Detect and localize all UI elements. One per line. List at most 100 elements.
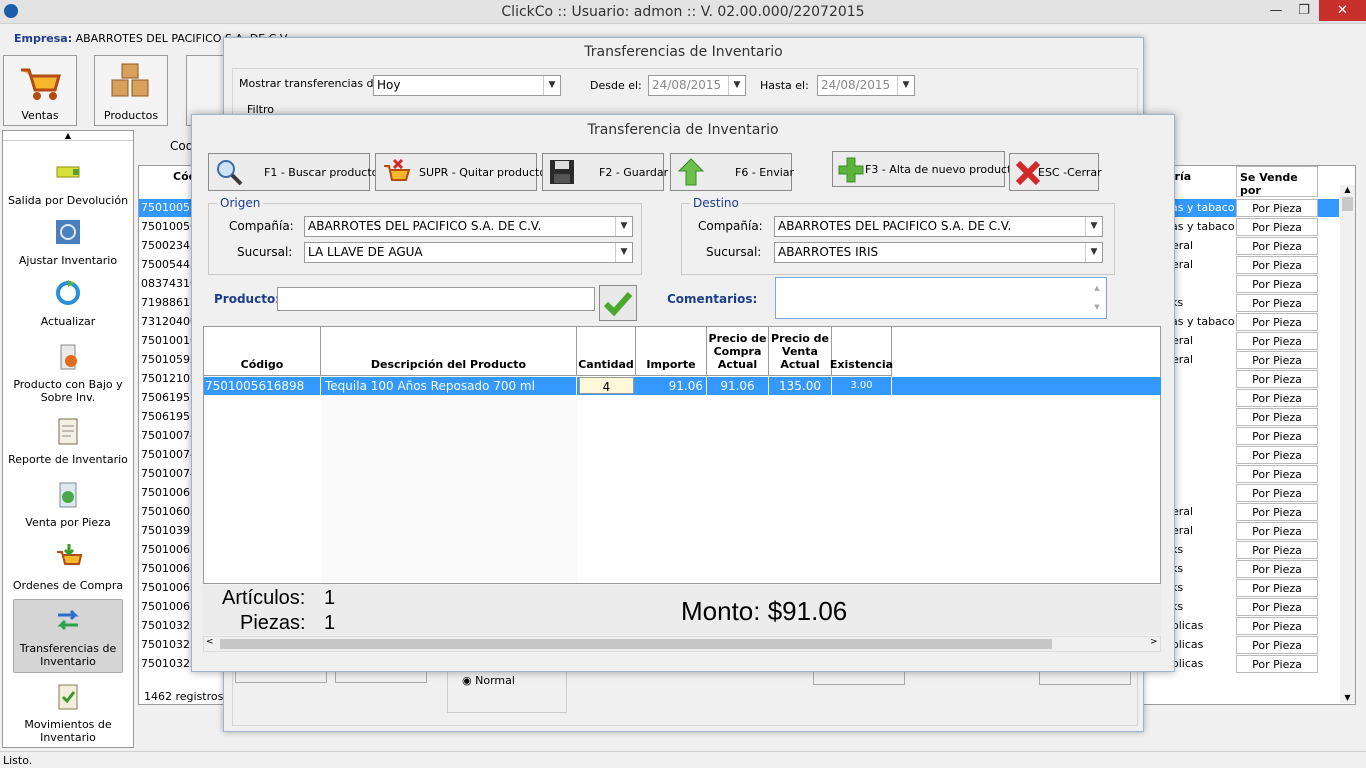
sidebar-item-movimientos[interactable]: Movimientos de Inventario bbox=[3, 681, 133, 744]
desde-label: Desde el: bbox=[590, 79, 642, 92]
bg-row-code[interactable]: 75002343 bbox=[141, 237, 193, 255]
bg-row-code[interactable]: 750100655 bbox=[141, 598, 193, 616]
bg-row-category: neral bbox=[1165, 239, 1194, 252]
destino-title: Destino bbox=[690, 196, 742, 210]
bg-row-code[interactable]: 750619515 bbox=[141, 408, 193, 426]
cantidad-input[interactable]: 4 bbox=[579, 377, 634, 394]
destino-sucursal-select[interactable]: ABARROTES IRIS ▼ bbox=[774, 242, 1103, 263]
bg-row-code[interactable]: 750106050 bbox=[141, 503, 193, 521]
mostrar-select[interactable]: Hoy ▼ bbox=[373, 75, 561, 96]
close-button[interactable]: ✕ bbox=[1319, 0, 1366, 21]
bg-row-code[interactable]: 750100670 bbox=[141, 484, 193, 502]
quitar-producto-button[interactable]: SUPR - Quitar producto bbox=[375, 153, 546, 191]
bg-row-se-vende: Por Pieza bbox=[1236, 294, 1318, 312]
bg-row-code[interactable]: 750103912 bbox=[141, 522, 193, 540]
piece-sale-icon bbox=[59, 482, 77, 508]
desde-date[interactable]: 24/08/2015 ▼ bbox=[648, 75, 746, 96]
sidebar-item-bajo-sobre[interactable]: Producto con Bajo y Sobre Inv. bbox=[3, 341, 133, 404]
refresh-icon bbox=[56, 280, 80, 305]
sidebar-item-actualizar[interactable]: Actualizar bbox=[3, 278, 133, 328]
buscar-producto-button[interactable]: F1 - Buscar producto bbox=[208, 153, 378, 191]
bg-row-se-vende: Por Pieza bbox=[1236, 598, 1318, 616]
bg-row-code[interactable]: 750100560 bbox=[141, 199, 193, 217]
bg-row-se-vende: Por Pieza bbox=[1236, 408, 1318, 426]
bg-row-code[interactable]: 750100561 bbox=[141, 218, 193, 236]
bg-row-category bbox=[1165, 370, 1235, 388]
bg-row-code[interactable]: 750103234 bbox=[141, 655, 193, 673]
bg-row-category: neral bbox=[1165, 258, 1194, 271]
transfer-window-title: Transferencia de Inventario bbox=[587, 122, 779, 138]
alta-producto-button[interactable]: F3 - Alta de nuevo producto bbox=[832, 151, 1018, 187]
grid-vertical-scrollbar[interactable]: ▲ ▼ bbox=[1340, 185, 1355, 703]
bg-row-category: cas y tabaco bbox=[1165, 315, 1235, 328]
comentarios-scrollbar[interactable]: ▲ ▼ bbox=[1089, 279, 1105, 317]
radio-normal-label: Normal bbox=[475, 674, 515, 687]
bg-row-code[interactable]: 750619512 bbox=[141, 389, 193, 407]
col-header-precio-venta: Precio de Venta Actual bbox=[769, 327, 832, 376]
bg-row-code[interactable]: 750100655 bbox=[141, 579, 193, 597]
sidebar-item-transferencias[interactable]: Transferencias de Inventario bbox=[3, 605, 133, 668]
radio-normal[interactable]: ◉ Normal bbox=[462, 674, 515, 687]
bg-row-se-vende: Por Pieza bbox=[1236, 275, 1318, 293]
title-bar: ClickCo :: Usuario: admon :: V. 02.00.00… bbox=[0, 0, 1366, 24]
origen-compania-select[interactable]: ABARROTES DEL PACIFICO S.A. DE C.V. ▼ bbox=[304, 216, 633, 237]
mostrar-label: Mostrar transferencias de: bbox=[239, 77, 385, 90]
sidebar-item-label: Salida por Devolución bbox=[7, 194, 129, 207]
cerrar-label: ESC -Cerrar bbox=[1038, 166, 1102, 179]
sidebar-item-reporte-inventario[interactable]: Reporte de Inventario bbox=[3, 416, 133, 466]
bg-row-code[interactable]: 08374310 bbox=[141, 275, 193, 293]
ventas-button[interactable]: Ventas bbox=[3, 55, 77, 126]
transfers-window-title: Transferencias de Inventario bbox=[584, 44, 783, 60]
destino-compania-select[interactable]: ABARROTES DEL PACIFICO S.A. DE C.V. ▼ bbox=[774, 216, 1103, 237]
codigo-label-bg: Cod bbox=[170, 139, 194, 153]
maximize-button[interactable]: ❐ bbox=[1290, 0, 1318, 21]
bg-row-code[interactable]: 719886152 bbox=[141, 294, 193, 312]
scroll-left-icon[interactable]: < bbox=[206, 637, 214, 647]
bg-row-code[interactable]: 750100655 bbox=[141, 541, 193, 559]
sidebar-item-label: Ajustar Inventario bbox=[18, 254, 118, 267]
table-row[interactable]: 7501005616898 Tequila 100 Años Reposado … bbox=[204, 377, 1161, 395]
scroll-thumb[interactable] bbox=[220, 639, 1052, 649]
sidebar-item-ordenes-compra[interactable]: Ordenes de Compra bbox=[3, 542, 133, 592]
comentarios-input[interactable] bbox=[775, 277, 1107, 319]
enviar-button[interactable]: F6 - Enviar bbox=[670, 153, 794, 191]
bg-row-category: neral bbox=[1165, 505, 1194, 518]
report-icon bbox=[58, 418, 78, 445]
bg-row-code[interactable]: 750100655 bbox=[141, 560, 193, 578]
producto-confirm-button[interactable] bbox=[599, 285, 637, 321]
sidebar-scroll-up[interactable]: ▲ bbox=[3, 131, 133, 141]
bg-row-category: cks bbox=[1165, 541, 1235, 559]
chevron-down-icon: ▼ bbox=[543, 76, 560, 95]
col-header-codigo: Código bbox=[204, 327, 321, 376]
arrow-up-icon bbox=[677, 158, 705, 186]
bg-row-code[interactable]: 750100749 bbox=[141, 465, 193, 483]
bg-row-code[interactable]: 750100165 bbox=[141, 332, 193, 350]
guardar-button[interactable]: F2 - Guardar bbox=[542, 153, 668, 191]
bg-row-category: neral bbox=[1165, 334, 1194, 347]
bg-row-code[interactable]: 73120400 bbox=[141, 313, 193, 331]
minimize-button[interactable]: — bbox=[1262, 0, 1290, 21]
bg-row-code[interactable]: 750100744 bbox=[141, 427, 193, 445]
productos-button[interactable]: Productos bbox=[94, 55, 168, 126]
grid-horizontal-scrollbar[interactable]: < > bbox=[203, 636, 1161, 652]
bg-row-code[interactable]: 750105922 bbox=[141, 351, 193, 369]
destino-sucursal-value: ABARROTES IRIS bbox=[778, 245, 879, 259]
cell-importe: 91.06 bbox=[636, 377, 707, 395]
bg-row-code[interactable]: 75005443 bbox=[141, 256, 193, 274]
bg-row-code[interactable]: 750121029 bbox=[141, 370, 193, 388]
chevron-down-icon: ▼ bbox=[615, 217, 632, 236]
bg-row-code[interactable]: 750103234 bbox=[141, 636, 193, 654]
bg-row-code[interactable]: 750103234 bbox=[141, 617, 193, 635]
sidebar-item-venta-pieza[interactable]: Venta por Pieza bbox=[3, 479, 133, 529]
bg-row-code[interactable]: 750100749 bbox=[141, 446, 193, 464]
cerrar-button[interactable]: ESC -Cerrar bbox=[1009, 153, 1102, 191]
hasta-date[interactable]: 24/08/2015 ▼ bbox=[817, 75, 915, 96]
origen-sucursal-select[interactable]: LA LLAVE DE AGUA ▼ bbox=[304, 242, 633, 263]
cart-remove-icon bbox=[384, 158, 411, 181]
sidebar-item-ajustar-inventario[interactable]: Ajustar Inventario bbox=[3, 217, 133, 267]
sidebar-item-salida-devolucion[interactable]: Salida por Devolución bbox=[3, 157, 133, 207]
producto-input[interactable] bbox=[277, 287, 595, 311]
scroll-right-icon[interactable]: > bbox=[1150, 637, 1158, 647]
bg-row-se-vende: Por Pieza bbox=[1236, 503, 1318, 521]
bg-row-se-vende: Por Pieza bbox=[1236, 218, 1318, 236]
